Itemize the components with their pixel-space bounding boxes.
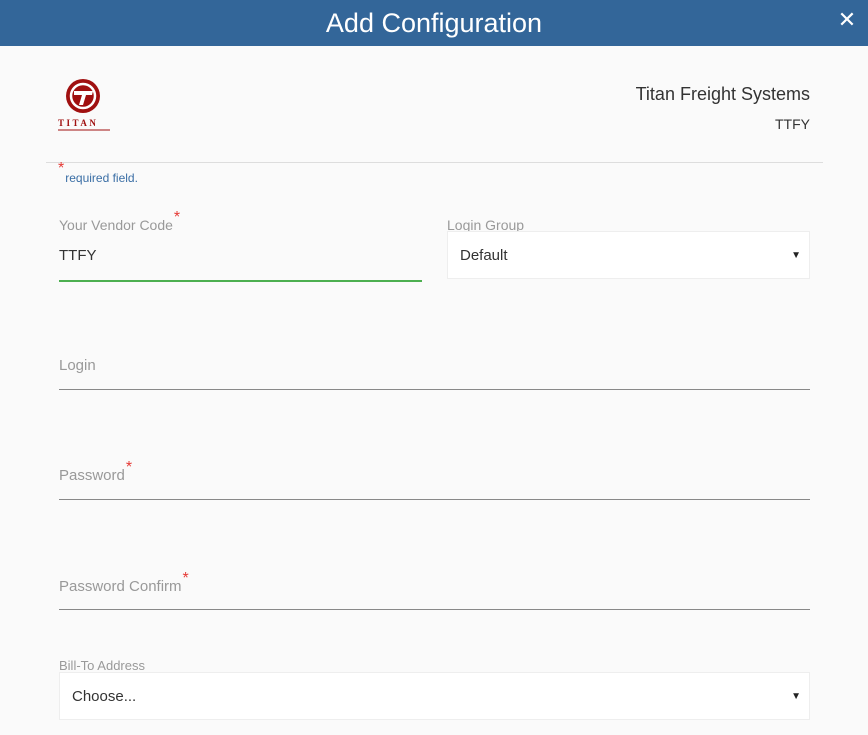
required-star: * — [182, 570, 189, 587]
vendor-code-input[interactable]: TTFY — [59, 247, 97, 264]
vendor-code-label: Your Vendor Code* — [59, 209, 181, 233]
password-confirm-underline — [59, 609, 810, 610]
login-group-select[interactable]: Default ▼ — [447, 231, 810, 279]
required-star: * — [125, 459, 133, 476]
company-logo: TITAN — [58, 79, 110, 131]
caret-down-icon: ▼ — [791, 690, 801, 702]
company-name: Titan Freight Systems — [635, 84, 810, 104]
required-note-text: required field. — [65, 171, 138, 185]
dialog-title: Add Configuration — [325, 7, 543, 38]
login-underline — [59, 389, 810, 390]
bill-to-selected: Choose... — [72, 687, 137, 705]
header-divider — [46, 162, 823, 163]
login-group-selected: Default — [460, 246, 508, 264]
logo-text: TITAN — [58, 118, 98, 128]
required-star: * — [58, 160, 65, 177]
close-icon[interactable]: ✕ — [836, 9, 858, 31]
caret-down-icon: ▼ — [791, 249, 801, 261]
company-code: TTFY — [775, 116, 810, 132]
password-underline — [59, 499, 810, 500]
login-field[interactable]: Login — [59, 357, 96, 374]
vendor-code-underline — [59, 280, 422, 282]
password-field[interactable]: Password* — [59, 459, 132, 485]
required-note: *required field. — [58, 160, 138, 185]
bill-to-label: Bill-To Address — [59, 658, 145, 673]
required-star: * — [173, 209, 181, 226]
bill-to-select[interactable]: Choose... ▼ — [59, 672, 810, 720]
password-confirm-field[interactable]: Password Confirm* — [59, 570, 189, 596]
dialog-header: Add Configuration ✕ — [0, 0, 868, 46]
